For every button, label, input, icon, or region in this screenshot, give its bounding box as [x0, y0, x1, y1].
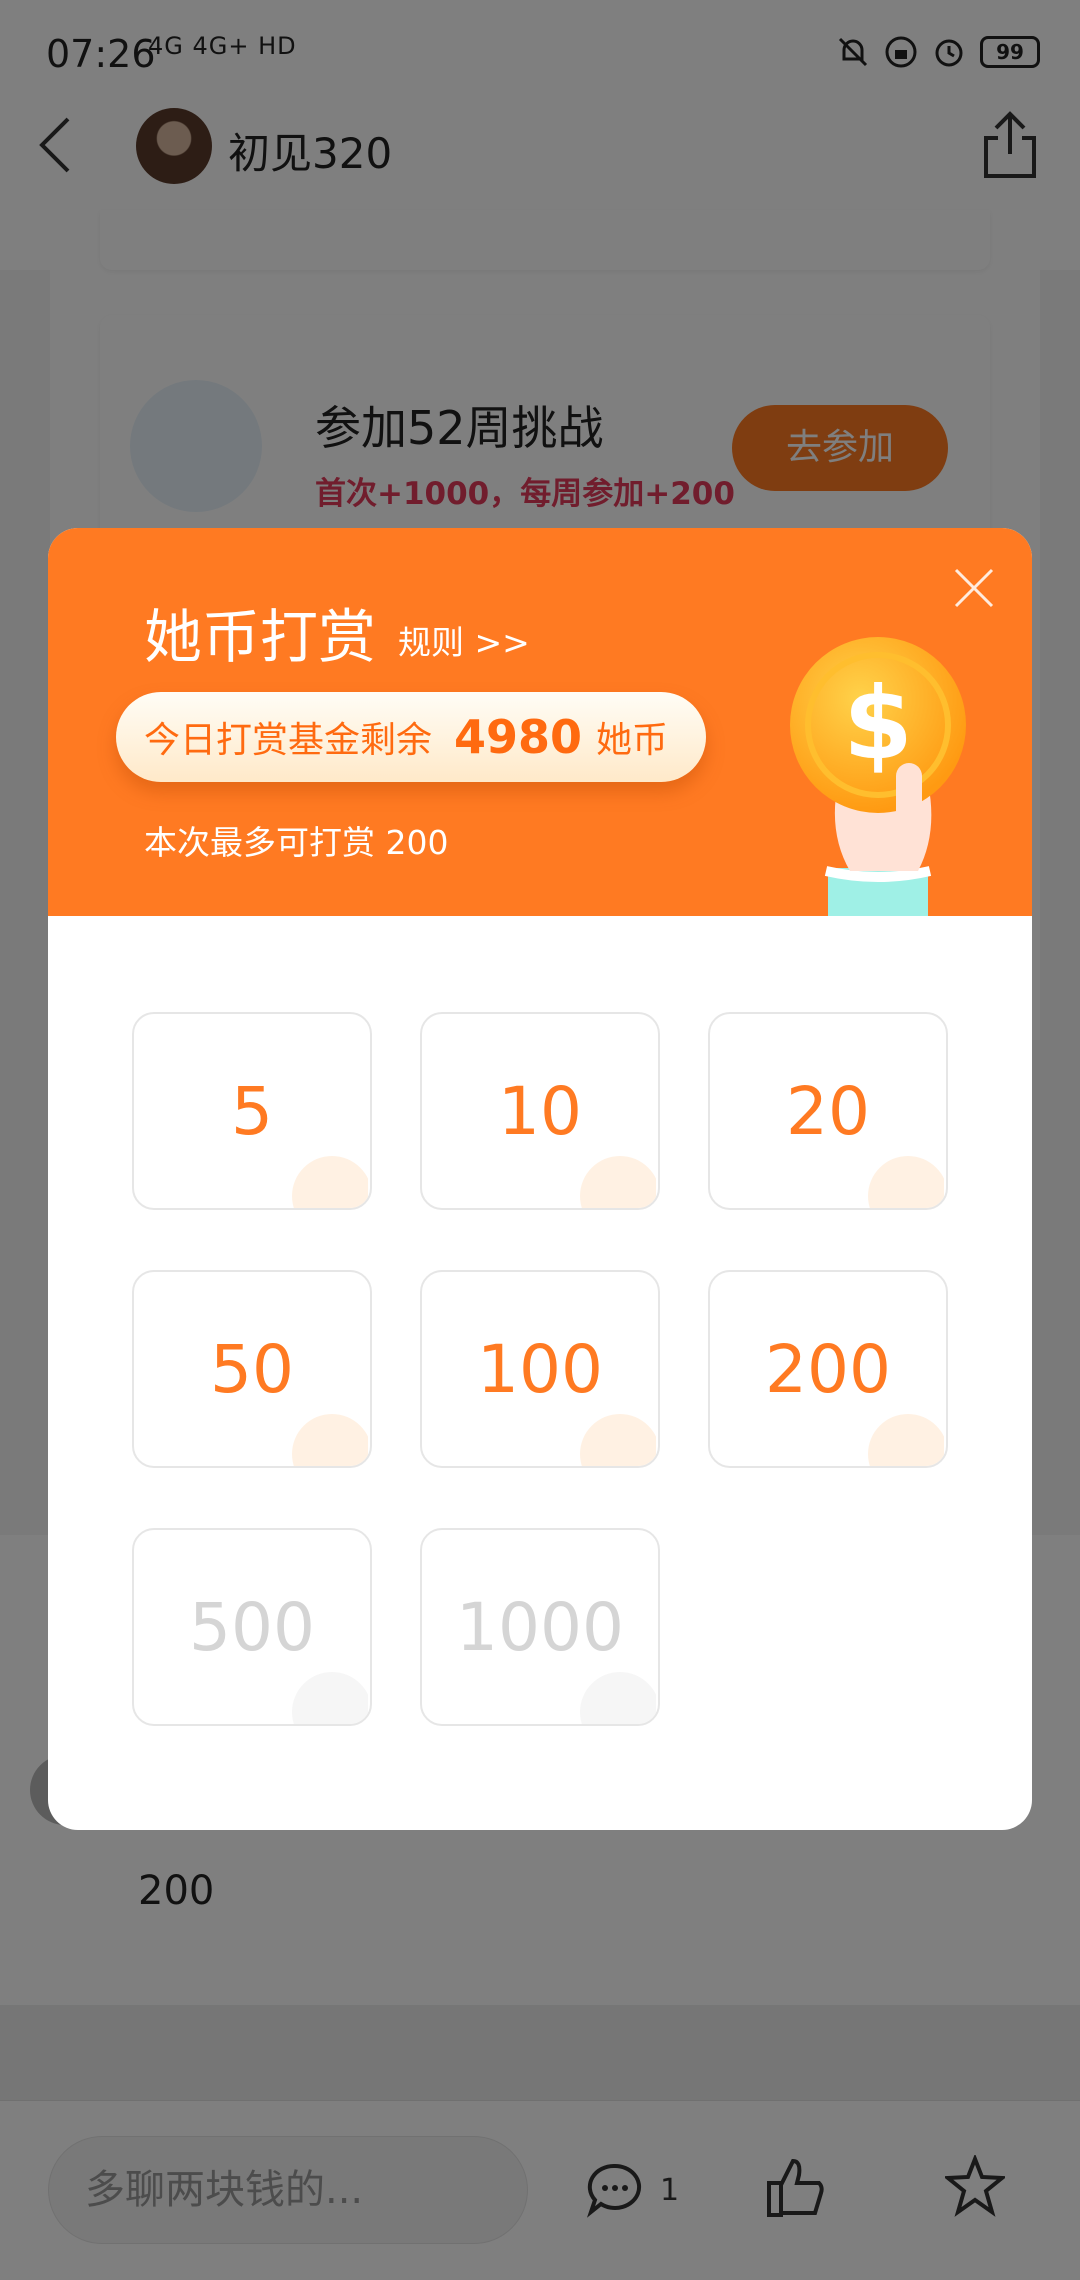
amount-button-1000: 1000 [420, 1528, 660, 1726]
amount-button-20[interactable]: 20 [708, 1012, 948, 1210]
fund-label: 今日打赏基金剩余 [144, 720, 433, 761]
amount-button-5[interactable]: 5 [132, 1012, 372, 1210]
amount-grid: 5 10 20 50 100 200 500 1000 [132, 1012, 952, 1772]
max-tip-note: 本次最多可打赏 200 [144, 823, 449, 862]
amount-button-500: 500 [132, 1528, 372, 1726]
tip-modal: 她币打赏 规则 >> 今日打赏基金剩余 4980 她币 本次最多可打赏 200 … [48, 528, 1032, 1830]
rules-link[interactable]: 规则 >> [398, 616, 530, 664]
amount-button-100[interactable]: 100 [420, 1270, 660, 1468]
close-icon[interactable] [952, 566, 996, 610]
svg-text:$: $ [843, 665, 913, 782]
amount-button-10[interactable]: 10 [420, 1012, 660, 1210]
fund-balance-pill: 今日打赏基金剩余 4980 她币 [116, 692, 706, 782]
amount-button-50[interactable]: 50 [132, 1270, 372, 1468]
coin-hand-illustration: $ [790, 637, 966, 916]
modal-title: 她币打赏 [144, 603, 377, 671]
fund-value: 4980 [454, 710, 583, 764]
fund-unit: 她币 [596, 720, 669, 761]
amount-button-200[interactable]: 200 [708, 1270, 948, 1468]
